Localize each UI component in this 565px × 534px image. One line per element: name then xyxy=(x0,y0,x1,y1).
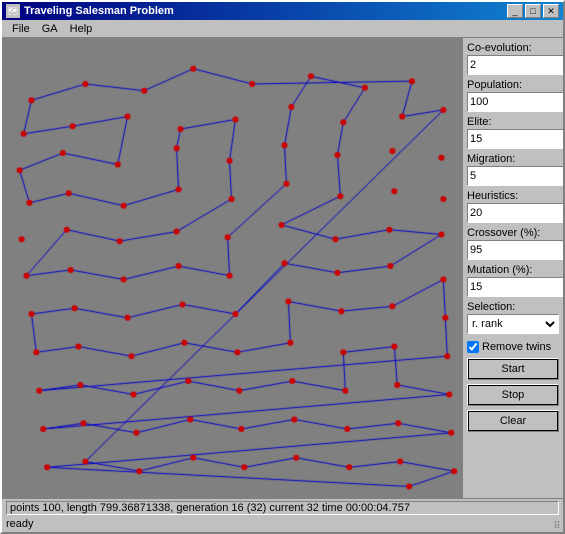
population-input[interactable] xyxy=(467,92,563,112)
mutation-input[interactable] xyxy=(467,277,563,297)
crossover-spinner: ▲ ▼ xyxy=(467,240,559,260)
window-controls: _ □ ✕ xyxy=(507,4,559,18)
crossover-label: Crossover (%): xyxy=(467,227,559,239)
ready-text: ready xyxy=(6,518,34,530)
remove-twins-row: Remove twins xyxy=(467,341,559,353)
co-evolution-input[interactable] xyxy=(467,55,563,75)
migration-label: Migration: xyxy=(467,153,559,165)
elite-input[interactable] xyxy=(467,129,563,149)
main-content: Co-evolution: ▲ ▼ Population: ▲ ▼ xyxy=(2,38,563,498)
co-evolution-group: Co-evolution: ▲ ▼ xyxy=(467,42,559,75)
population-spinner: ▲ ▼ xyxy=(467,92,559,112)
side-panel: Co-evolution: ▲ ▼ Population: ▲ ▼ xyxy=(463,38,563,498)
remove-twins-checkbox[interactable] xyxy=(467,341,479,353)
migration-spinner: ▲ ▼ xyxy=(467,166,559,186)
elite-group: Elite: ▲ ▼ xyxy=(467,116,559,149)
selection-select[interactable]: r. rank tournament roulette xyxy=(467,314,559,334)
population-label: Population: xyxy=(467,79,559,91)
co-evolution-label: Co-evolution: xyxy=(467,42,559,54)
selection-label: Selection: xyxy=(467,301,559,313)
window-icon: 🗺 xyxy=(6,4,20,18)
tsp-canvas xyxy=(2,38,463,498)
migration-input[interactable] xyxy=(467,166,563,186)
status-text: points 100, length 799.36871338, generat… xyxy=(6,501,559,515)
selection-row: r. rank tournament roulette xyxy=(467,314,559,334)
clear-button[interactable]: Clear xyxy=(467,410,559,432)
selection-group: Selection: r. rank tournament roulette xyxy=(467,301,559,334)
menu-ga[interactable]: GA xyxy=(36,21,64,37)
title-bar: 🗺 Traveling Salesman Problem _ □ ✕ xyxy=(2,2,563,20)
elite-label: Elite: xyxy=(467,116,559,128)
stop-button[interactable]: Stop xyxy=(467,384,559,406)
heuristics-input[interactable] xyxy=(467,203,563,223)
remove-twins-label: Remove twins xyxy=(482,341,551,353)
heuristics-group: Heuristics: ▲ ▼ xyxy=(467,190,559,223)
menu-bar: File GA Help xyxy=(2,20,563,38)
migration-group: Migration: ▲ ▼ xyxy=(467,153,559,186)
menu-help[interactable]: Help xyxy=(64,21,99,37)
canvas-area xyxy=(2,38,463,498)
mutation-group: Mutation (%): ▲ ▼ xyxy=(467,264,559,297)
elite-spinner: ▲ ▼ xyxy=(467,129,559,149)
population-group: Population: ▲ ▼ xyxy=(467,79,559,112)
mutation-spinner: ▲ ▼ xyxy=(467,277,559,297)
minimize-button[interactable]: _ xyxy=(507,4,523,18)
heuristics-spinner: ▲ ▼ xyxy=(467,203,559,223)
main-window: 🗺 Traveling Salesman Problem _ □ ✕ File … xyxy=(0,0,565,534)
menu-file[interactable]: File xyxy=(6,21,36,37)
co-evolution-spinner: ▲ ▼ xyxy=(467,55,559,75)
resize-grip[interactable]: ⠿ xyxy=(551,520,563,532)
status-bar: points 100, length 799.36871338, generat… xyxy=(2,498,563,516)
close-button[interactable]: ✕ xyxy=(543,4,559,18)
ready-bar: ready ⠿ xyxy=(2,516,563,532)
heuristics-label: Heuristics: xyxy=(467,190,559,202)
start-button[interactable]: Start xyxy=(467,358,559,380)
crossover-group: Crossover (%): ▲ ▼ xyxy=(467,227,559,260)
maximize-button[interactable]: □ xyxy=(525,4,541,18)
mutation-label: Mutation (%): xyxy=(467,264,559,276)
crossover-input[interactable] xyxy=(467,240,563,260)
window-title: Traveling Salesman Problem xyxy=(24,5,174,17)
